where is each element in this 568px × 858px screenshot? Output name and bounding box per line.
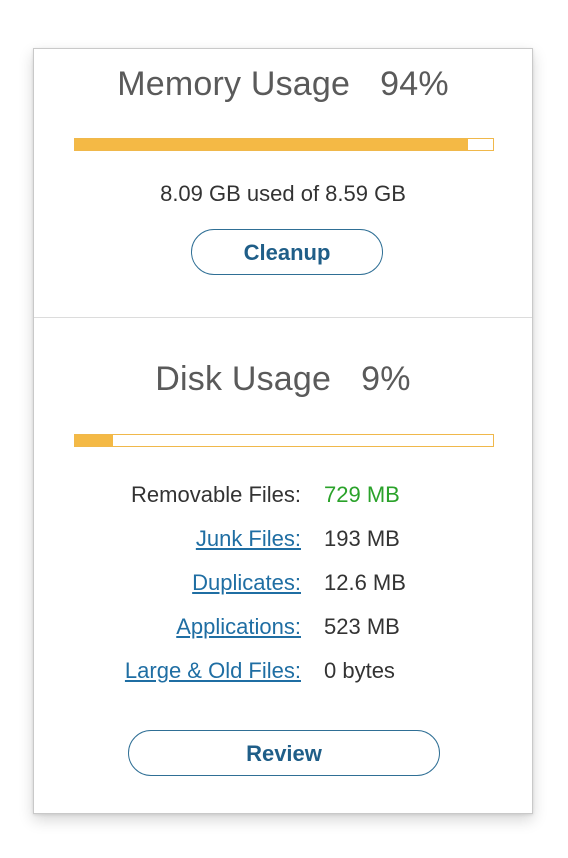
memory-percent: 94% bbox=[380, 65, 449, 103]
duplicates-row: Duplicates: 12.6 MB bbox=[34, 570, 532, 600]
junk-files-link[interactable]: Junk Files: bbox=[196, 526, 301, 552]
removable-files-value: 729 MB bbox=[324, 482, 400, 507]
disk-section: Disk Usage 9% Removable Files: 729 MB Jun… bbox=[34, 318, 532, 815]
memory-progress-fill bbox=[75, 139, 468, 150]
disk-percent: 9% bbox=[361, 360, 411, 398]
applications-value: 523 MB bbox=[324, 614, 400, 639]
applications-row: Applications: 523 MB bbox=[34, 614, 532, 644]
disk-progress-fill bbox=[75, 435, 113, 446]
removable-files-label: Removable Files: bbox=[131, 482, 301, 507]
review-button[interactable]: Review bbox=[128, 730, 440, 776]
memory-section: Memory Usage 94% 8.09 GB used of 8.59 GB … bbox=[34, 49, 532, 317]
applications-link[interactable]: Applications: bbox=[176, 614, 301, 640]
disk-progress-bar bbox=[74, 434, 494, 447]
disk-title: Disk Usage bbox=[155, 360, 332, 398]
large-old-files-value: 0 bytes bbox=[324, 658, 395, 683]
large-old-files-link[interactable]: Large & Old Files: bbox=[125, 658, 301, 684]
memory-progress-bar bbox=[74, 138, 494, 151]
cleanup-button[interactable]: Cleanup bbox=[191, 229, 383, 275]
memory-usage-text: 8.09 GB used of 8.59 GB bbox=[160, 181, 406, 206]
large-old-files-row: Large & Old Files: 0 bytes bbox=[34, 658, 532, 688]
memory-heading: Memory Usage 94% bbox=[34, 65, 532, 104]
disk-heading: Disk Usage 9% bbox=[34, 360, 532, 399]
junk-files-value: 193 MB bbox=[324, 526, 400, 551]
usage-panel: Memory Usage 94% 8.09 GB used of 8.59 GB … bbox=[33, 48, 533, 814]
memory-title: Memory Usage bbox=[117, 65, 351, 103]
removable-files-row: Removable Files: 729 MB bbox=[34, 482, 532, 512]
junk-files-row: Junk Files: 193 MB bbox=[34, 526, 532, 556]
duplicates-value: 12.6 MB bbox=[324, 570, 406, 595]
duplicates-link[interactable]: Duplicates: bbox=[192, 570, 301, 596]
